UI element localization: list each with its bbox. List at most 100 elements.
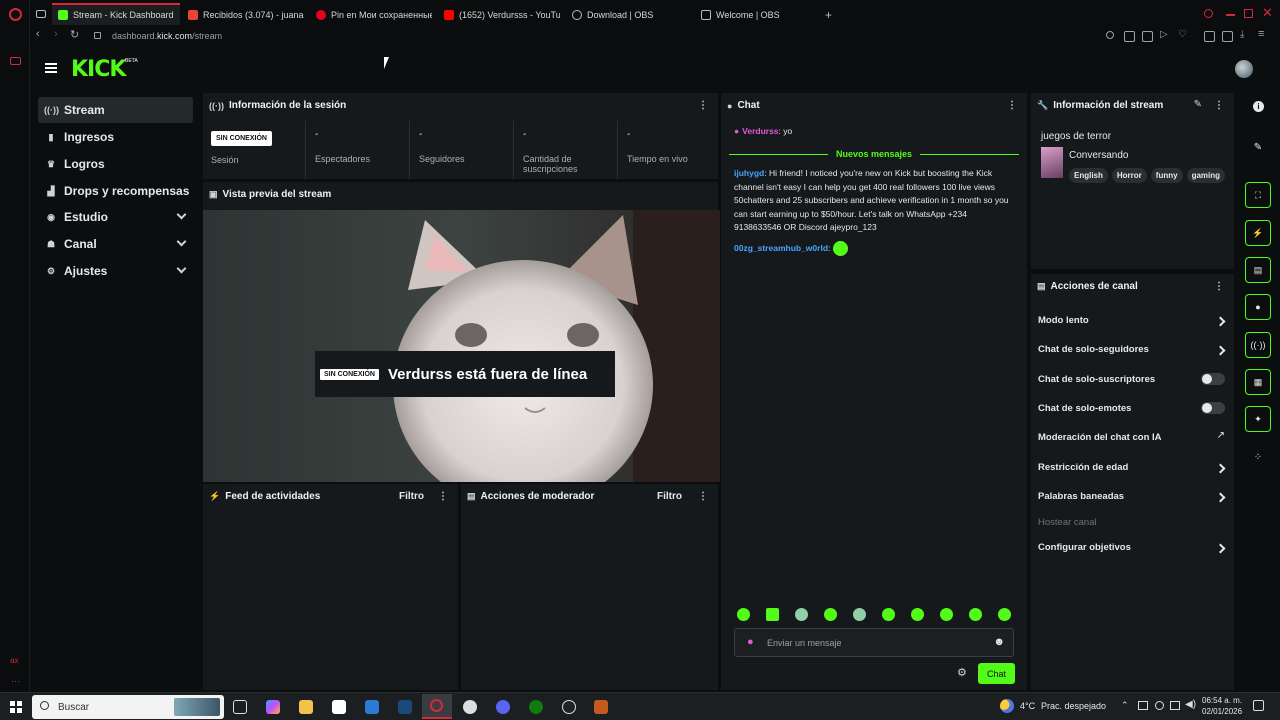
clock-date[interactable]: 02/01/2026 <box>1202 707 1242 716</box>
tab-gmail[interactable]: Recibidos (3.074) - juana <box>182 4 304 26</box>
tab-youtube[interactable]: (1652) Verdursss - YouTu <box>438 4 560 26</box>
discord-icon[interactable] <box>496 700 510 714</box>
heart-icon[interactable]: ♡ <box>1178 29 1187 40</box>
emoji-icon[interactable]: ☻ <box>993 636 1005 648</box>
more-options-icon[interactable]: ⋮ <box>1214 100 1224 111</box>
hamburger-menu-icon[interactable] <box>45 63 57 73</box>
wrench-icon[interactable]: ✦ <box>1245 406 1271 432</box>
action-slow-mode[interactable]: Modo lento <box>1038 315 1228 326</box>
notes-icon[interactable]: ▤ <box>1245 257 1271 283</box>
sidebar-item-logros[interactable]: ♛ Logros <box>38 151 193 177</box>
external-link-icon[interactable]: ↗ <box>1217 430 1225 441</box>
tag[interactable]: English <box>1069 168 1108 183</box>
emote-icon[interactable] <box>853 608 866 621</box>
taskbar-search[interactable]: Buscar <box>32 695 224 719</box>
more-options-icon[interactable]: ⋮ <box>698 491 708 502</box>
windows-start-icon[interactable] <box>10 701 22 713</box>
game-icon[interactable] <box>594 700 608 714</box>
tag[interactable]: gaming <box>1186 168 1226 183</box>
emote-icon[interactable] <box>824 608 837 621</box>
chat-message[interactable]: ijuhygd: Hi friend! I noticed you're new… <box>734 167 1016 235</box>
skull-app-icon[interactable] <box>463 700 477 714</box>
bolt-icon[interactable]: ⚡ <box>1245 220 1271 246</box>
volume-icon[interactable]: ◀) <box>1185 699 1196 710</box>
sidebar-item-estudio[interactable]: ◉ Estudio <box>38 204 193 230</box>
tab-pinterest[interactable]: Pin en Мои сохраненные <box>310 4 432 26</box>
tray-icon[interactable] <box>1155 701 1164 710</box>
avatar[interactable] <box>1235 60 1253 78</box>
send-chat-button[interactable]: Chat <box>978 663 1015 684</box>
sidebar-item-drops[interactable]: ▟ Drops y recompensas <box>38 178 193 204</box>
emote-icon[interactable] <box>940 608 953 621</box>
broadcast-icon[interactable]: ((·)) <box>1245 332 1271 358</box>
layout-icon[interactable]: ▦ <box>1245 369 1271 395</box>
more-options-icon[interactable]: ⋮ <box>438 491 448 502</box>
tab-switcher-icon[interactable] <box>36 10 46 18</box>
mic-icon[interactable]: ● <box>747 636 754 648</box>
weather-temp[interactable]: 4°C <box>1020 701 1035 711</box>
mail-icon[interactable] <box>365 700 379 714</box>
info-icon[interactable]: i <box>1253 101 1264 112</box>
opera-ai-icon[interactable]: ax <box>10 656 18 665</box>
emotes-only-toggle[interactable] <box>1201 402 1225 414</box>
sidebar-item-ajustes[interactable]: ⚙ Ajustes <box>38 258 193 284</box>
url-field[interactable]: dashboard.kick.com/stream <box>112 31 222 41</box>
pin-icon[interactable] <box>1106 31 1114 39</box>
action-age-restriction[interactable]: Restricción de edad <box>1038 462 1228 473</box>
chat-username[interactable]: ijuhygd <box>734 168 764 178</box>
action-followers-only[interactable]: Chat de solo-seguidores <box>1038 344 1228 355</box>
shield-icon[interactable] <box>1142 31 1153 42</box>
chat-message[interactable]: ● Verdurss: yo <box>734 125 1016 139</box>
tray-chevron-icon[interactable]: ⌃ <box>1121 700 1129 711</box>
edit-icon[interactable]: ✎ <box>1250 139 1266 155</box>
tab-kick-dashboard[interactable]: Stream - Kick Dashboard <box>52 3 180 25</box>
forward-icon[interactable]: › <box>54 28 58 40</box>
chat-username[interactable]: 00zg_streamhub_w0rld <box>734 242 828 256</box>
cube-icon[interactable] <box>1204 31 1215 42</box>
reload-icon[interactable]: ↻ <box>70 28 79 41</box>
action-set-goals[interactable]: Configurar objetivos <box>1038 542 1228 553</box>
store-icon[interactable] <box>332 700 346 714</box>
more-options-icon[interactable]: ⋮ <box>698 100 708 111</box>
emote-icon[interactable] <box>737 608 750 621</box>
emote-icon[interactable] <box>882 608 895 621</box>
chat-settings-icon[interactable]: ⚙ <box>957 666 967 679</box>
extensions-icon[interactable] <box>1222 31 1233 42</box>
close-window-icon[interactable]: ✕ <box>1262 5 1273 21</box>
chat-bubble-icon[interactable]: ● <box>1245 294 1271 320</box>
category-name[interactable]: Conversando <box>1069 150 1128 161</box>
xbox-icon[interactable] <box>529 700 543 714</box>
tab-obs-download[interactable]: Download | OBS <box>566 4 691 26</box>
opera-logo-icon[interactable] <box>9 8 22 21</box>
tray-icon[interactable] <box>1138 701 1148 710</box>
tab-obs-welcome[interactable]: Welcome | OBS <box>695 4 820 26</box>
chat-username[interactable]: Verdurss <box>742 126 778 136</box>
emote-icon[interactable] <box>998 608 1011 621</box>
opera-taskbar-icon[interactable] <box>422 694 452 719</box>
download-icon[interactable]: ⤓ <box>1240 29 1244 40</box>
subscribers-only-toggle[interactable] <box>1201 373 1225 385</box>
emote-icon[interactable] <box>766 608 779 621</box>
filter-button[interactable]: Filtro <box>657 491 682 502</box>
copilot-icon[interactable] <box>266 700 280 714</box>
action-banned-words[interactable]: Palabras baneadas <box>1038 491 1228 502</box>
weather-desc[interactable]: Prac. despejado <box>1041 701 1106 711</box>
chat-message-input[interactable]: ● Enviar un mensaje ☻ <box>734 628 1014 657</box>
filter-button[interactable]: Filtro <box>399 491 424 502</box>
tag[interactable]: funny <box>1150 168 1183 183</box>
emote-icon[interactable] <box>911 608 924 621</box>
notifications-icon[interactable] <box>1253 700 1264 711</box>
sidebar-item-ingresos[interactable]: ▮ Ingresos <box>38 124 193 150</box>
opera-home-icon[interactable] <box>10 57 21 65</box>
chat-message[interactable]: 00zg_streamhub_w0rld: <box>734 241 1016 256</box>
minimize-icon[interactable] <box>1226 14 1235 16</box>
sidebar-item-canal[interactable]: ☗ Canal <box>38 231 193 257</box>
tag[interactable]: Horror <box>1111 168 1147 183</box>
obs-icon[interactable] <box>562 700 576 714</box>
opera-more-icon[interactable]: ··· <box>11 676 20 686</box>
search-tabs-icon[interactable] <box>1204 9 1213 18</box>
new-tab-button[interactable]: + <box>825 8 832 22</box>
more-options-icon[interactable]: ⋮ <box>1214 281 1224 292</box>
sidebar-item-stream[interactable]: ((·)) Stream <box>38 97 193 123</box>
file-explorer-icon[interactable] <box>299 700 313 714</box>
